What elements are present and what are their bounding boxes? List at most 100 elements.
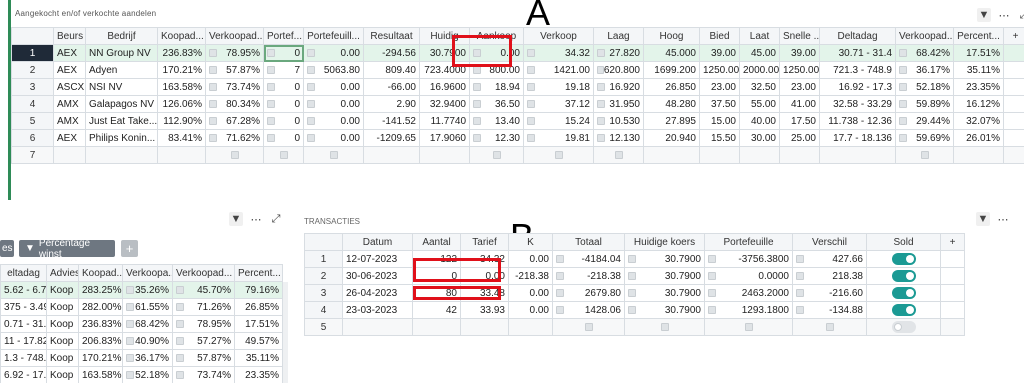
filter-icon[interactable]: ▼: [977, 8, 991, 22]
cell-percent[interactable]: 17.51%: [234, 315, 283, 333]
cell-hoog[interactable]: 20.940: [643, 129, 700, 147]
cell-huidig[interactable]: 16.9600: [419, 78, 470, 96]
cell-koopad[interactable]: 112.90%: [157, 112, 206, 130]
sort-chip-previous[interactable]: es: [0, 240, 14, 257]
cell-percent[interactable]: 16.12%: [953, 95, 1004, 113]
cell-bied[interactable]: 15.00: [699, 112, 740, 130]
cell-portefeuill[interactable]: 0.00: [303, 129, 364, 147]
cell-portef[interactable]: 0: [263, 78, 304, 96]
cell-hoog[interactable]: 45.000: [643, 44, 700, 62]
cell-huidig[interactable]: 30.7900: [624, 284, 705, 302]
cell-percent[interactable]: 32.07%: [953, 112, 1004, 130]
cell-verschil[interactable]: [792, 318, 867, 336]
cell-koopad[interactable]: 163.58%: [78, 366, 123, 383]
cell-verkoop[interactable]: [523, 146, 594, 164]
cell-delta[interactable]: 375 - 3.495: [0, 298, 47, 316]
cell-verkoopad[interactable]: 78.95%: [172, 315, 235, 333]
cell-deltadag[interactable]: 32.58 - 33.29: [819, 95, 896, 113]
column-header[interactable]: Resultaat: [363, 27, 420, 45]
cell-verkoopad2[interactable]: 36.17%: [895, 61, 954, 79]
cell-huidig[interactable]: 17.9060: [419, 129, 470, 147]
cell-verkoop[interactable]: 19.81: [523, 129, 594, 147]
cell-snelle[interactable]: 1250.00: [779, 61, 820, 79]
table-row[interactable]: 1 12-07-2023 -122 34.32 0.00 -4184.04 30.7900-…: [304, 250, 965, 268]
cell-percent[interactable]: 23.35%: [234, 366, 283, 383]
cell-verkoopad[interactable]: 78.95%: [205, 44, 264, 62]
column-header[interactable]: Bedrijf: [85, 27, 158, 45]
cell-snelle[interactable]: 41.00: [779, 95, 820, 113]
cell-deltadag[interactable]: 11.738 - 12.36: [819, 112, 896, 130]
cell-hoog[interactable]: 26.850: [643, 78, 700, 96]
table-row[interactable]: 2 30-06-2023 0 0.00 -218.38 -218.38 30.7900 0.0…: [304, 267, 965, 285]
cell-laat[interactable]: 45.00: [739, 44, 780, 62]
cell-portef[interactable]: 0: [263, 129, 304, 147]
cell-bied[interactable]: 15.50: [699, 129, 740, 147]
column-header[interactable]: Aantal: [412, 233, 461, 251]
column-header[interactable]: Bied: [699, 27, 740, 45]
column-header[interactable]: Verschil: [792, 233, 867, 251]
cell-k[interactable]: -218.38: [508, 267, 553, 285]
column-header[interactable]: Advies: [46, 264, 79, 282]
cell-totaal[interactable]: -218.38: [552, 267, 625, 285]
table-row[interactable]: 3 26-04-2023 80 33.48 0.00 2679.80 30.7900 2463…: [304, 284, 965, 302]
cell-portef[interactable]: 0: [263, 95, 304, 113]
cell-percent[interactable]: 35.11%: [953, 61, 1004, 79]
cell-verkoopad[interactable]: 73.74%: [172, 366, 235, 383]
expand-icon[interactable]: ⤢: [269, 212, 283, 226]
cell-datum[interactable]: 26-04-2023: [342, 284, 413, 302]
row-number[interactable]: 1: [304, 250, 343, 268]
cell-aantal[interactable]: [412, 318, 461, 336]
cell-huidig[interactable]: 30.7900: [624, 250, 705, 268]
cell-totaal[interactable]: -4184.04: [552, 250, 625, 268]
column-header[interactable]: Verkoopad...: [172, 264, 235, 282]
column-header[interactable]: Percent...: [953, 27, 1004, 45]
cell-huidig[interactable]: 30.7900: [624, 267, 705, 285]
column-header[interactable]: Portefeuille: [704, 233, 793, 251]
cell-laag[interactable]: 12.130: [593, 129, 644, 147]
cell-verkoop[interactable]: 19.18: [523, 78, 594, 96]
cell-verschil[interactable]: 427.66: [792, 250, 867, 268]
table-row[interactable]: 2 AEX Adyen 170.21% 57.87% 7 5063.80 809.40 723.…: [11, 61, 1024, 79]
cell-portefeuill[interactable]: [303, 146, 364, 164]
cell-verkoopad[interactable]: 57.27%: [172, 332, 235, 350]
table-row-empty[interactable]: 7: [11, 146, 1024, 164]
cell-verkoopad[interactable]: 67.28%: [205, 112, 264, 130]
table-row[interactable]: 375 - 3.495Koop282.00% 61.55% 71.26%26.85%: [0, 298, 283, 316]
column-header[interactable]: Verkoopad...: [895, 27, 954, 45]
cell-resultaat[interactable]: 809.40: [363, 61, 420, 79]
cell-bedrijf[interactable]: Adyen: [85, 61, 158, 79]
cell-beurs[interactable]: AMX: [53, 95, 86, 113]
cell-verkoop[interactable]: 37.12: [523, 95, 594, 113]
row-number[interactable]: 2: [304, 267, 343, 285]
cell-beurs[interactable]: AEX: [53, 129, 86, 147]
table-row[interactable]: 6.92 - 17.3Koop163.58% 52.18% 73.74%23.35%: [0, 366, 283, 383]
cell-koopad[interactable]: 163.58%: [157, 78, 206, 96]
more-options-icon[interactable]: ⋯: [249, 212, 263, 226]
cell-deltadag[interactable]: 721.3 - 748.9: [819, 61, 896, 79]
cell-huidig[interactable]: [419, 146, 470, 164]
cell-verkoopad[interactable]: 71.62%: [205, 129, 264, 147]
row-number[interactable]: 1: [11, 44, 54, 62]
cell-k[interactable]: 0.00: [508, 301, 553, 319]
cell-sold[interactable]: [866, 250, 941, 268]
cell-bedrijf[interactable]: NN Group NV: [85, 44, 158, 62]
more-options-icon[interactable]: ⋯: [997, 8, 1011, 22]
cell-bedrijf[interactable]: Just Eat Take...: [85, 112, 158, 130]
sold-toggle[interactable]: [891, 304, 916, 316]
column-header[interactable]: Huidige koers: [624, 233, 705, 251]
sold-toggle[interactable]: [891, 321, 916, 333]
cell-portefeuill[interactable]: 5063.80: [303, 61, 364, 79]
cell-portef[interactable]: [263, 146, 304, 164]
cell-portefeuill[interactable]: 0.00: [303, 95, 364, 113]
cell-huidig[interactable]: [624, 318, 705, 336]
cell-bied[interactable]: 1250.00: [699, 61, 740, 79]
cell-delta[interactable]: 0.71 - 31.4: [0, 315, 47, 333]
row-number[interactable]: 4: [11, 95, 54, 113]
cell-beurs[interactable]: ASCX: [53, 78, 86, 96]
cell-bedrijf[interactable]: NSI NV: [85, 78, 158, 96]
cell-datum[interactable]: [342, 318, 413, 336]
cell-verschil[interactable]: 218.38: [792, 267, 867, 285]
filter-icon[interactable]: ▼: [976, 212, 990, 226]
cell-tarief[interactable]: [460, 318, 509, 336]
cell-hoog[interactable]: 48.280: [643, 95, 700, 113]
